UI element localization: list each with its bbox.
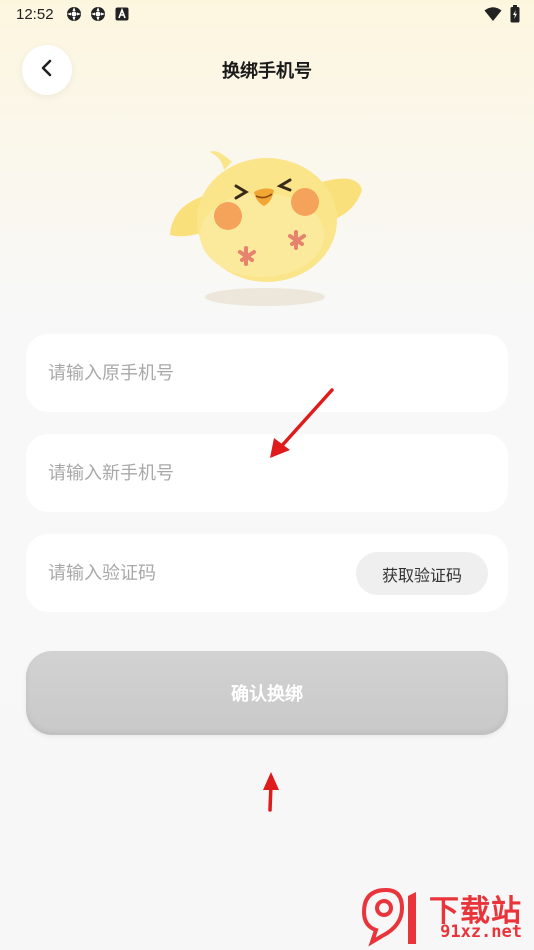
confirm-rebind-button[interactable]: 确认换绑 <box>26 651 508 735</box>
mascot-illustration <box>162 140 372 315</box>
old-phone-input[interactable] <box>48 362 486 384</box>
annotation-arrow-icon <box>263 772 279 812</box>
91-logo-icon <box>361 887 416 947</box>
verification-code-field[interactable]: 获取验证码 <box>26 534 508 612</box>
gear-notification-icon <box>90 6 106 22</box>
annotation-arrow-icon <box>270 388 334 458</box>
new-phone-input[interactable] <box>48 462 486 484</box>
get-code-button[interactable]: 获取验证码 <box>356 552 488 595</box>
verification-code-input[interactable] <box>48 562 338 584</box>
page-title: 换绑手机号 <box>222 61 312 82</box>
watermark: 下载站 91xz.net <box>358 886 528 948</box>
status-time: 12:52 <box>16 5 54 23</box>
wifi-icon <box>484 6 502 26</box>
battery-icon <box>510 5 520 27</box>
gear-notification-icon <box>66 6 82 22</box>
status-bar: 12:52 <box>0 0 534 28</box>
watermark-url: 91xz.net <box>440 922 522 942</box>
a-box-icon <box>114 6 130 22</box>
